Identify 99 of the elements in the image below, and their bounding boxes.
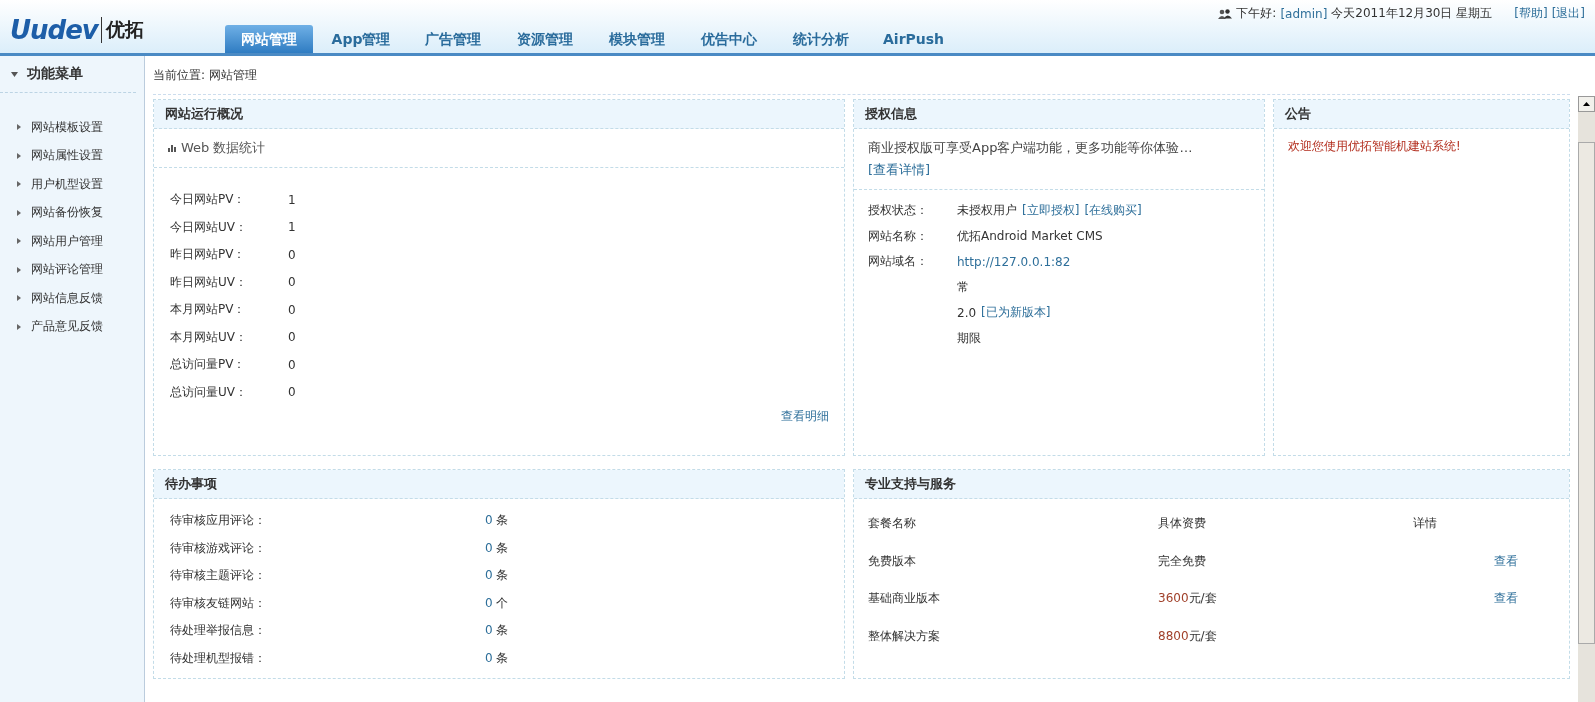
date-text: 今天2011年12月30日 星期五 [1331, 5, 1493, 22]
panel-title: 网站运行概况 [154, 100, 844, 129]
todo-count: 0 条 [485, 649, 509, 667]
info-link[interactable]: [在线购买] [1084, 202, 1142, 220]
stat-value: 0 [288, 247, 296, 262]
todo-label: 待处理举报信息： [170, 622, 267, 640]
table-cell-text: 8800元/套 [1158, 627, 1218, 645]
arrow-icon [17, 295, 21, 302]
nav-tab[interactable]: 网站管理 [225, 25, 313, 53]
todo-count: 0 条 [485, 567, 509, 585]
arrow-icon [17, 124, 21, 131]
info-value: 期限 [957, 329, 981, 347]
todo-label: 待审核主题评论： [170, 567, 267, 585]
stat-label: 今日网站UV： [170, 218, 248, 236]
arrow-icon [17, 238, 21, 245]
panel-title: 公告 [1274, 100, 1569, 129]
todo-count: 0 个 [485, 594, 509, 612]
nav-tab[interactable]: AirPush [869, 25, 959, 53]
users-icon [1218, 8, 1233, 19]
panel-title: 授权信息 [854, 100, 1264, 129]
stat-value: 0 [288, 357, 296, 372]
domain-link[interactable]: http://127.0.0.1:82 [957, 254, 1071, 269]
stat-value: 0 [288, 330, 296, 345]
panel-title: 专业支持与服务 [854, 470, 1569, 499]
table-cell-text: 免费版本 [868, 552, 917, 570]
table-cell-text: 整体解决方案 [868, 627, 941, 645]
sidebar-title: 功能菜单 [27, 65, 83, 83]
column-header: 详情 [1412, 515, 1438, 533]
header-link[interactable]: [退出] [1551, 5, 1585, 22]
todo-count: 0 条 [485, 622, 509, 640]
breadcrumb: 当前位置: 网站管理 [153, 56, 1570, 95]
nav-tab[interactable]: 资源管理 [501, 25, 589, 53]
sidebar-item[interactable]: 网站备份恢复 [0, 198, 144, 227]
info-value: 未授权用户 [957, 202, 1017, 220]
logo-brand: 优拓 [100, 17, 144, 43]
arrow-icon [17, 323, 21, 330]
nav-tab[interactable]: 模块管理 [593, 25, 681, 53]
sidebar-item[interactable]: 用户机型设置 [0, 170, 144, 199]
info-label: 授权状态： [868, 202, 929, 220]
sidebar-item[interactable]: 网站模板设置 [0, 113, 144, 142]
stat-value: 0 [288, 275, 296, 290]
panel-title: 待办事项 [154, 470, 844, 499]
arrow-icon [17, 152, 21, 159]
notice-message: 欢迎您使用优拓智能机建站系统! [1287, 138, 1462, 155]
panel-subtitle: Web 数据统计 [181, 139, 266, 157]
table-cell-text: 3600元/套 [1158, 590, 1218, 608]
username-link[interactable]: [admin] [1280, 6, 1328, 21]
stat-value: 1 [288, 192, 296, 207]
sidebar-item[interactable]: 网站用户管理 [0, 227, 144, 256]
nav-tab[interactable]: 优告中心 [685, 25, 773, 53]
nav-tab[interactable]: App管理 [317, 25, 405, 53]
nav-tab[interactable]: 广告管理 [409, 25, 497, 53]
info-label: 网站名称： [868, 227, 929, 245]
table-cell-text: 基础商业版本 [868, 590, 941, 608]
stat-label: 本月网站PV： [170, 301, 247, 319]
stat-label: 今日网站PV： [170, 191, 247, 209]
info-link[interactable]: [已为新版本] [981, 304, 1051, 322]
info-link[interactable]: [立即授权] [1022, 202, 1080, 220]
caret-icon [11, 71, 18, 77]
stat-label: 总访问量UV： [170, 383, 248, 401]
arrow-icon [17, 266, 21, 273]
stat-label: 本月网站UV： [170, 328, 248, 346]
bar-chart-icon [168, 144, 176, 152]
details-link[interactable]: 查看明细 [781, 409, 829, 423]
todo-label: 待审核友链网站： [170, 594, 267, 612]
info-value: 2.0 [957, 305, 977, 320]
scrollbar[interactable] [1578, 96, 1595, 702]
stat-label: 昨日网站UV： [170, 273, 248, 291]
view-link[interactable]: 查看 [1494, 591, 1518, 606]
todo-label: 待审核游戏评论： [170, 539, 267, 557]
info-value: 优拓Android Market CMS [957, 227, 1103, 245]
stat-label: 昨日网站PV： [170, 246, 247, 264]
todo-count: 0 条 [485, 512, 509, 530]
arrow-icon [17, 181, 21, 188]
sidebar-item[interactable]: 网站评论管理 [0, 255, 144, 284]
info-value: 常 [957, 278, 969, 296]
view-link[interactable]: 查看 [1494, 553, 1518, 568]
details-link[interactable]: [查看详情] [868, 162, 931, 177]
column-header: 具体资费 [1158, 515, 1207, 533]
logo-text: Uudev [10, 15, 98, 45]
nav-tab[interactable]: 统计分析 [777, 25, 865, 53]
todo-label: 待处理机型报错： [170, 649, 267, 667]
info-label: 网站域名： [868, 253, 929, 271]
sidebar-item[interactable]: 产品意见反馈 [0, 312, 144, 341]
stat-value: 1 [288, 220, 296, 235]
table-cell-text: 完全免费 [1158, 552, 1207, 570]
license-intro: 商业授权版可享受App客户端功能，更多功能等你体验… [868, 140, 1193, 155]
column-header: 套餐名称 [868, 515, 917, 533]
arrow-icon [17, 209, 21, 216]
sidebar-item[interactable]: 网站信息反馈 [0, 284, 144, 313]
stat-label: 总访问量PV： [170, 356, 247, 374]
stat-value: 0 [288, 385, 296, 400]
scroll-up-icon[interactable] [1583, 102, 1590, 106]
sidebar-item[interactable]: 网站属性设置 [0, 141, 144, 170]
todo-count: 0 条 [485, 539, 509, 557]
stat-value: 0 [288, 302, 296, 317]
header-link[interactable]: [帮助] [1514, 5, 1548, 22]
greeting-text: 下午好: [1236, 5, 1277, 22]
todo-label: 待审核应用评论： [170, 512, 267, 530]
